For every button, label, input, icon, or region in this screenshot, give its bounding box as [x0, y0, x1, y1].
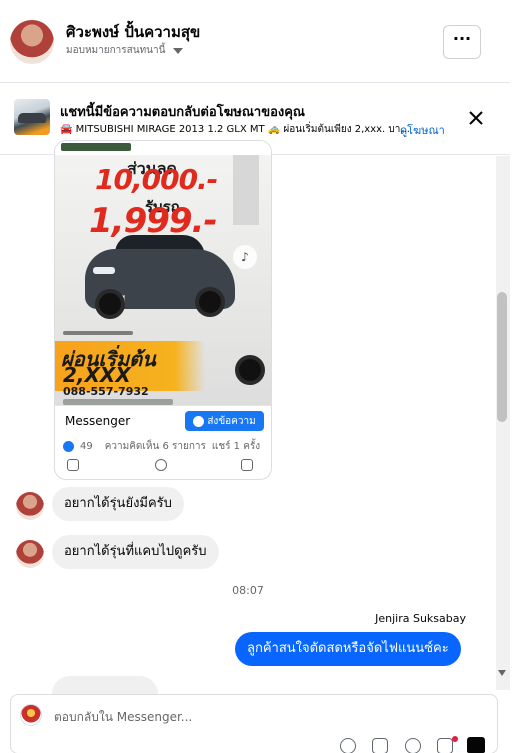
- ad-banner-description: 🚘 MITSUBISHI MIRAGE 2013 1.2 GLX MT 🚕 ผ่…: [60, 124, 410, 135]
- promo-phone-number: 088-557-7932: [63, 385, 149, 398]
- second-car-wheel: [235, 355, 265, 385]
- incoming-message-partial: [52, 676, 158, 694]
- send-message-button[interactable]: ส่งข้อความ: [185, 411, 264, 431]
- share-action-icon[interactable]: [241, 459, 253, 471]
- notification-dot: [452, 736, 458, 742]
- like-action-icon[interactable]: [67, 459, 79, 471]
- dealer-logo: [61, 143, 131, 151]
- emoji-icon[interactable]: [405, 738, 421, 753]
- chat-scrollbar[interactable]: [496, 156, 510, 690]
- reply-input[interactable]: [54, 708, 414, 726]
- contact-name[interactable]: ศิวะพงษ์ ปั้นความสุข: [66, 20, 200, 44]
- ad-card-image[interactable]: ส่วนลด 10,000.- รับรถ 1,999.- ♪ ผ่อนเริ่…: [55, 141, 271, 417]
- promo-discount-amount: 10,000.-: [95, 163, 218, 196]
- shared-ad-card[interactable]: ส่วนลด 10,000.- รับรถ 1,999.- ♪ ผ่อนเริ่…: [54, 140, 272, 480]
- sender-name: Jenjira Suksabay: [375, 612, 466, 625]
- comments-count[interactable]: ความคิดเห็น 6 รายการ: [105, 439, 206, 454]
- ad-card-stats: 49 ความคิดเห็น 6 รายการ แชร์ 1 ครั้ง: [55, 435, 271, 457]
- ad-card-footer: Messenger ส่งข้อความ: [55, 405, 271, 435]
- attach-icon[interactable]: [340, 738, 356, 753]
- comment-action-icon[interactable]: [155, 459, 167, 471]
- chat-scrollbar-thumb[interactable]: [497, 292, 507, 422]
- send-message-label: ส่งข้อความ: [207, 415, 256, 427]
- car-headlight: [93, 267, 115, 274]
- thumbs-up-icon[interactable]: [467, 737, 485, 753]
- contact-avatar-small[interactable]: [16, 492, 44, 520]
- messenger-chat-panel: ศิวะพงษ์ ปั้นความสุข มอบหมายการสนทนานี้ …: [0, 0, 514, 753]
- ad-image-side-strip: [233, 155, 259, 225]
- saved-replies-icon[interactable]: [372, 738, 388, 753]
- more-options-button[interactable]: ···: [443, 25, 481, 59]
- assign-conversation-dropdown[interactable]: มอบหมายการสนทนานี้: [66, 43, 184, 58]
- ad-banner-title: แชทนี้มีข้อความตอบกลับต่อโฆษณาของคุณ: [60, 105, 305, 120]
- view-ad-link[interactable]: ดูโฆษณา: [400, 121, 445, 139]
- assign-conversation-label: มอบหมายการสนทนานี้: [66, 45, 166, 56]
- likes-count[interactable]: 49: [80, 441, 93, 452]
- car-front-wheel: [95, 289, 125, 319]
- scroll-down-arrow-icon[interactable]: [498, 670, 506, 676]
- ad-card-source-label: Messenger: [65, 414, 131, 428]
- ad-small-print: [63, 331, 133, 335]
- messenger-icon: [193, 415, 205, 427]
- caret-down-icon: [173, 47, 184, 54]
- close-icon[interactable]: [466, 108, 486, 128]
- contact-avatar[interactable]: [10, 20, 54, 64]
- message-timestamp: 08:07: [232, 584, 264, 597]
- payment-icon[interactable]: [437, 738, 453, 753]
- incoming-message[interactable]: อยากได้รุ่นที่แคบไปดูครับ: [52, 535, 219, 569]
- outgoing-message[interactable]: ลูกค้าสนใจตัดสดหรือจัดไฟแนนซ์คะ: [235, 632, 461, 666]
- page-avatar: [20, 704, 42, 726]
- car-thumbnail-icon: [18, 113, 46, 123]
- like-reaction-icon: [63, 440, 74, 452]
- promo-installment-amount: 2,XXX: [63, 363, 131, 387]
- car-rear-wheel: [195, 287, 225, 317]
- sound-icon[interactable]: ♪: [233, 245, 257, 269]
- incoming-message[interactable]: อยากได้รุ่นยังมีครับ: [52, 487, 184, 521]
- shares-count[interactable]: แชร์ 1 ครั้ง: [212, 439, 260, 454]
- ad-card-actions: [55, 455, 271, 479]
- contact-avatar-small[interactable]: [16, 540, 44, 568]
